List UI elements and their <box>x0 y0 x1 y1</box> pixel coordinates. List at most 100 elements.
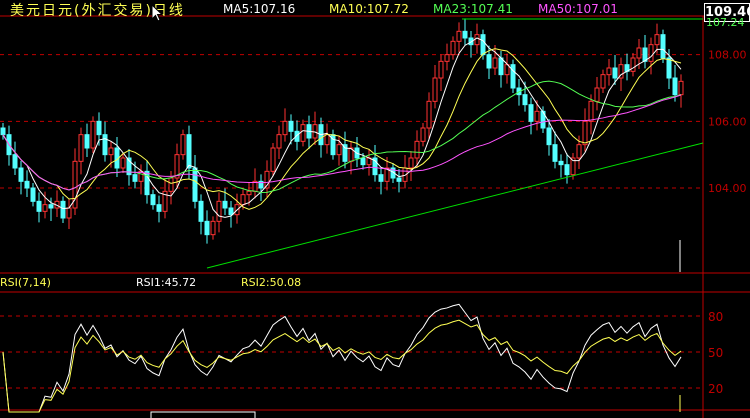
candle-body <box>96 120 102 136</box>
candle-body <box>30 187 36 202</box>
candle-body <box>444 54 450 62</box>
candle-body <box>66 207 72 219</box>
candle-body <box>606 67 612 76</box>
candle-body <box>210 220 216 236</box>
candle-body <box>522 94 528 106</box>
ma5-label: MA5:107.16 <box>223 2 296 16</box>
rsi2-line <box>2 319 682 413</box>
candle-body <box>534 110 540 122</box>
candle-body <box>414 140 420 159</box>
rsi-tick-label: 50 <box>708 346 723 360</box>
candle-body <box>450 40 456 56</box>
candle-body <box>228 207 234 216</box>
ma10-label: MA10:107.72 <box>329 2 409 16</box>
candle-body <box>486 54 492 69</box>
candle-body <box>456 30 462 42</box>
candle-body <box>612 67 618 79</box>
candle-body <box>528 104 534 122</box>
candle-body <box>678 80 684 96</box>
candle-body <box>660 34 666 59</box>
candle-body <box>474 34 480 46</box>
y-tick-label: 106.00 <box>708 115 747 128</box>
candle-body <box>288 120 294 132</box>
ma23-label: MA23:107.41 <box>433 2 513 16</box>
candle-body <box>42 204 48 212</box>
rsi1-line <box>2 303 682 413</box>
candle-body <box>276 134 282 149</box>
ma50-label: MA50:107.01 <box>538 2 618 16</box>
candle-body <box>282 120 288 136</box>
candle-body <box>564 164 570 176</box>
candle-body <box>60 200 66 219</box>
candle-body <box>648 44 654 62</box>
chart-canvas[interactable]: 108.00 106.00 104.00 80 50 20 <box>0 0 750 418</box>
candle-body <box>24 180 30 189</box>
candle-body <box>102 134 108 156</box>
candle-body <box>600 74 606 89</box>
rsi-tick-label: 80 <box>708 310 723 324</box>
candle-body <box>204 220 210 236</box>
candle-body <box>558 160 564 166</box>
candle-body <box>186 134 192 169</box>
mouse-cursor-icon <box>152 5 164 22</box>
candle-body <box>420 127 426 142</box>
candle-body <box>396 177 402 182</box>
candle-body <box>108 147 114 156</box>
candle-body <box>576 144 582 159</box>
current-price-label: 107.24 <box>706 16 745 29</box>
candle-body <box>168 177 174 192</box>
candle-body <box>480 34 486 56</box>
candle-body <box>672 77 678 96</box>
candle-body <box>198 200 204 222</box>
candle-body <box>18 167 24 182</box>
candle-body <box>588 100 594 122</box>
candle-body <box>78 134 84 162</box>
candle-body <box>654 34 660 46</box>
candle-body <box>84 134 90 149</box>
candle-body <box>120 157 126 169</box>
rsi2-value: RSI2:50.08 <box>241 276 302 289</box>
candle-body <box>462 30 468 39</box>
rsi-tick-label: 20 <box>708 382 723 396</box>
date-box <box>150 411 256 418</box>
candle-body <box>552 144 558 162</box>
candle-body <box>156 204 162 212</box>
candle-body <box>12 154 18 169</box>
candle-body <box>438 60 444 79</box>
candle-body <box>216 200 222 222</box>
candle-body <box>636 47 642 59</box>
candle-body <box>0 127 6 136</box>
candle-body <box>90 120 96 149</box>
y-tick-label: 104.00 <box>708 182 747 195</box>
candle-body <box>342 144 348 162</box>
candle-body <box>360 157 366 166</box>
y-tick-label: 108.00 <box>708 49 747 62</box>
candle-body <box>492 57 498 69</box>
rsi-indicator-name[interactable]: RSI(7,14) <box>0 276 51 289</box>
candle-body <box>426 100 432 129</box>
candle-body <box>546 127 552 146</box>
candle-body <box>192 167 198 202</box>
candle-body <box>408 157 414 169</box>
candle-body <box>498 57 504 76</box>
candle-body <box>432 77 438 102</box>
candle-body <box>180 134 186 156</box>
candle-body <box>312 124 318 139</box>
candle-body <box>222 200 228 209</box>
candle-body <box>246 190 252 196</box>
candle-body <box>240 194 246 206</box>
candle-body <box>270 147 276 172</box>
candle-body <box>582 120 588 146</box>
candle-body <box>36 200 42 212</box>
candle-body <box>594 87 600 102</box>
rsi1-value: RSI1:45.72 <box>136 276 197 289</box>
candle-body <box>510 64 516 89</box>
trend-line <box>206 142 704 269</box>
candle-body <box>324 134 330 146</box>
candle-body <box>666 57 672 79</box>
candle-body <box>150 194 156 206</box>
candle-body <box>48 204 54 209</box>
candle-body <box>336 144 342 156</box>
candle-body <box>132 174 138 182</box>
candle-body <box>378 174 384 182</box>
